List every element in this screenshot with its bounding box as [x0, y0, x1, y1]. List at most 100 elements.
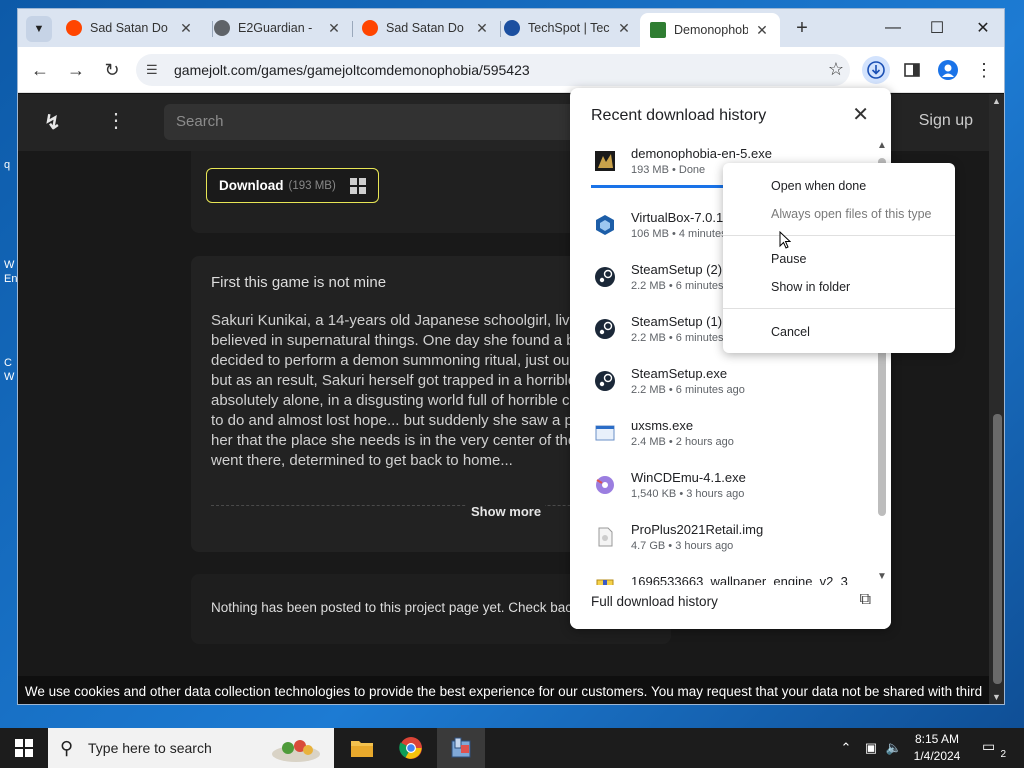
notification-icon: ▭: [982, 738, 996, 754]
address-bar[interactable]: ☰ gamejolt.com/games/gamejoltcomdemonoph…: [136, 54, 850, 86]
download-filename: VirtualBox-7.0.1: [631, 210, 724, 225]
cookie-text: We use cookies and other data collection…: [24, 684, 983, 699]
show-more-button[interactable]: Show more: [467, 500, 546, 523]
url-text[interactable]: gamejolt.com/games/gamejoltcomdemonophob…: [174, 62, 530, 78]
menu-item-show-in-folder[interactable]: Show in folder: [771, 280, 850, 294]
taskbar-chrome[interactable]: [387, 728, 435, 768]
menu-item-always-open[interactable]: Always open files of this type: [771, 207, 932, 221]
scroll-up-icon[interactable]: ▲: [992, 96, 1001, 106]
gamejolt-logo-icon[interactable]: ↯: [44, 110, 62, 134]
downloads-button[interactable]: [862, 56, 890, 84]
site-info-icon[interactable]: ☰: [146, 62, 162, 78]
close-icon[interactable]: ✕: [178, 20, 194, 37]
windows-icon: [349, 177, 366, 194]
file-icon: [598, 527, 613, 547]
reddit-icon: [362, 20, 378, 36]
kebab-menu-button[interactable]: ⋮: [970, 56, 998, 84]
tab-reddit-2[interactable]: Sad Satan Do ✕: [352, 9, 500, 47]
game-download-button[interactable]: Download (193 MB): [206, 168, 379, 203]
page-scrollbar[interactable]: ▲ ▼: [989, 94, 1004, 704]
menu-item-cancel[interactable]: Cancel: [771, 325, 810, 339]
profile-button[interactable]: [934, 56, 962, 84]
external-link-icon[interactable]: ⧉: [860, 591, 871, 609]
start-button[interactable]: [0, 728, 48, 768]
desktop-icon-fragment[interactable]: q: [4, 158, 18, 172]
download-item[interactable]: uxsms.exe 2.4 MB • 2 hours ago: [570, 418, 870, 470]
minimize-button[interactable]: —: [870, 9, 916, 47]
download-meta: 2.2 MB • 6 minutes: [631, 280, 724, 292]
download-meta: 4.7 GB • 3 hours ago: [631, 540, 734, 552]
close-icon[interactable]: ✕: [474, 20, 490, 37]
scroll-up-icon[interactable]: ▲: [877, 140, 887, 151]
sign-up-link[interactable]: Sign up: [919, 112, 973, 130]
tab-search-button[interactable]: ▼: [26, 16, 52, 42]
download-meta: 2.2 MB • 6 minutes: [631, 332, 724, 344]
scroll-thumb[interactable]: [993, 414, 1002, 684]
menu-divider: [723, 308, 955, 309]
bookmark-star-icon[interactable]: ☆: [828, 59, 844, 80]
close-window-button[interactable]: ✕: [960, 9, 1004, 47]
close-icon[interactable]: ✕: [326, 20, 342, 37]
tab-reddit-1[interactable]: Sad Satan Do ✕: [56, 9, 204, 47]
taskbar-active-app[interactable]: [437, 728, 485, 768]
tab-demonophobia[interactable]: Demonophobi ✕: [640, 13, 780, 47]
taskbar-file-explorer[interactable]: [338, 728, 386, 768]
chrome-icon: [399, 737, 422, 759]
exe-icon: [595, 425, 615, 441]
download-meta: 2.4 MB • 2 hours ago: [631, 436, 734, 448]
site-search-input[interactable]: Search: [164, 104, 594, 140]
download-meta: 106 MB • 4 minutes: [631, 228, 727, 240]
close-icon[interactable]: ✕: [852, 102, 869, 127]
gamejolt-icon: [650, 22, 666, 38]
download-filename: SteamSetup.exe: [631, 366, 728, 381]
notification-count: 2: [1000, 749, 1006, 760]
network-icon[interactable]: ▣: [860, 728, 882, 768]
volume-muted-icon[interactable]: 🔈: [884, 728, 904, 768]
mouse-cursor-icon: [779, 231, 791, 249]
forward-button[interactable]: →: [62, 56, 90, 84]
close-icon[interactable]: ✕: [616, 20, 632, 37]
menu-item-pause[interactable]: Pause: [771, 252, 806, 266]
profile-avatar-icon: [938, 60, 958, 80]
menu-divider: [723, 235, 955, 236]
reload-button[interactable]: ↻: [98, 56, 126, 84]
tab-label: E2Guardian -: [238, 21, 313, 35]
scroll-down-icon[interactable]: ▼: [992, 692, 1001, 702]
download-filename: SteamSetup (1).: [631, 314, 726, 329]
installer-icon: [451, 737, 471, 758]
virtualbox-icon: [596, 215, 614, 235]
search-highlight-food-icon: [272, 740, 320, 762]
maximize-button[interactable]: ☐: [914, 9, 960, 47]
download-item[interactable]: ProPlus2021Retail.img 4.7 GB • 3 hours a…: [570, 522, 870, 574]
full-download-history-link[interactable]: Full download history: [591, 594, 718, 609]
tab-e2guardian[interactable]: E2Guardian - ✕: [204, 9, 352, 47]
tray-chevron-up-icon[interactable]: ⌃: [836, 728, 856, 768]
desktop-icon-fragment[interactable]: W En: [4, 258, 18, 286]
download-progress-bar: [591, 185, 723, 188]
steam-icon: [595, 267, 615, 287]
download-bubble-title: Recent download history: [591, 107, 767, 124]
search-icon: ⚲: [60, 738, 74, 758]
desktop-icon-fragment[interactable]: CW: [4, 356, 18, 384]
download-filename: SteamSetup (2).: [631, 262, 726, 277]
download-item[interactable]: SteamSetup.exe 2.2 MB • 6 minutes ago: [570, 366, 870, 418]
menu-item-open-when-done[interactable]: Open when done: [771, 179, 866, 193]
techspot-icon: [504, 20, 520, 36]
side-panel-button[interactable]: [898, 56, 926, 84]
back-button[interactable]: ←: [26, 56, 54, 84]
download-item[interactable]: WinCDEmu-4.1.exe 1,540 KB • 3 hours ago: [570, 470, 870, 522]
more-vertical-icon[interactable]: ⋮: [106, 108, 126, 133]
clock-date: 1/4/2024: [913, 749, 961, 763]
cookie-banner: We use cookies and other data collection…: [18, 676, 989, 704]
taskbar-search-box[interactable]: ⚲ Type here to search: [48, 728, 334, 768]
new-tab-button[interactable]: +: [790, 17, 814, 41]
scroll-down-icon[interactable]: ▼: [877, 571, 887, 582]
tab-techspot[interactable]: TechSpot | Tec ✕: [494, 9, 642, 47]
close-icon[interactable]: ✕: [754, 22, 770, 39]
folder-icon: [351, 741, 373, 757]
system-clock[interactable]: 8:15 AM 1/4/2024: [906, 731, 968, 765]
download-meta: 1,540 KB • 3 hours ago: [631, 488, 745, 500]
tab-label: Demonophobi: [674, 23, 748, 37]
download-bubble-footer[interactable]: Full download history ⧉: [570, 585, 891, 629]
notification-center-button[interactable]: ▭ 2: [982, 738, 1006, 760]
